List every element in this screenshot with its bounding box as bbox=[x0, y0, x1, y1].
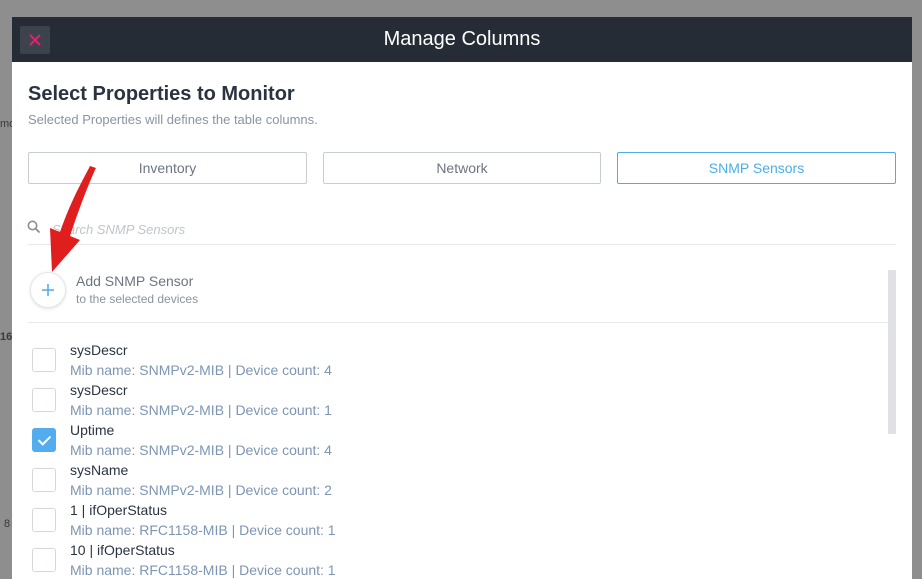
list-item[interactable]: sysDescr Mib name: SNMPv2-MIB | Device c… bbox=[32, 340, 872, 380]
divider bbox=[28, 322, 896, 323]
list-item[interactable]: Uptime Mib name: SNMPv2-MIB | Device cou… bbox=[32, 420, 872, 460]
add-snmp-sensor-button[interactable]: Add SNMP Sensor to the selected devices bbox=[30, 272, 330, 312]
list-item[interactable]: 1 | ifOperStatus Mib name: RFC1158-MIB |… bbox=[32, 500, 872, 540]
search-input[interactable] bbox=[52, 218, 892, 240]
sensor-meta: Mib name: RFC1158-MIB | Device count: 1 bbox=[70, 522, 336, 538]
add-sensor-subtitle: to the selected devices bbox=[76, 292, 199, 306]
sensor-name: 10 | ifOperStatus bbox=[70, 542, 175, 558]
sensor-name: Uptime bbox=[70, 422, 115, 438]
list-item[interactable]: sysName Mib name: SNMPv2-MIB | Device co… bbox=[32, 460, 872, 500]
sensor-checkbox[interactable] bbox=[32, 388, 56, 412]
list-item[interactable]: sysDescr Mib name: SNMPv2-MIB | Device c… bbox=[32, 380, 872, 420]
sensor-meta: Mib name: SNMPv2-MIB | Device count: 1 bbox=[70, 402, 332, 418]
search-icon bbox=[27, 220, 41, 234]
sensor-meta: Mib name: RFC1158-MIB | Device count: 1 bbox=[70, 562, 336, 578]
add-sensor-circle[interactable] bbox=[30, 272, 66, 308]
section-title: Select Properties to Monitor bbox=[28, 83, 295, 105]
sensor-name: sysDescr bbox=[70, 342, 128, 358]
plus-icon bbox=[42, 284, 54, 296]
modal-header: Manage Columns bbox=[12, 17, 912, 62]
modal-title: Manage Columns bbox=[383, 28, 541, 50]
scrollbar[interactable] bbox=[888, 270, 896, 434]
sensor-checkbox[interactable] bbox=[32, 348, 56, 372]
sensor-checkbox[interactable] bbox=[32, 508, 56, 532]
manage-columns-modal: Manage Columns Select Properties to Moni… bbox=[12, 17, 912, 579]
sensor-checkbox[interactable] bbox=[32, 468, 56, 492]
sensor-name: sysName bbox=[70, 462, 129, 478]
tab-network[interactable]: Network bbox=[323, 152, 601, 184]
sensor-name: 1 | ifOperStatus bbox=[70, 502, 168, 518]
sensor-list: sysDescr Mib name: SNMPv2-MIB | Device c… bbox=[32, 340, 872, 579]
sensor-name: sysDescr bbox=[70, 382, 128, 398]
section-subtitle: Selected Properties will defines the tab… bbox=[28, 112, 318, 127]
sensor-meta: Mib name: SNMPv2-MIB | Device count: 4 bbox=[70, 362, 332, 378]
add-sensor-title: Add SNMP Sensor bbox=[76, 273, 194, 289]
list-item[interactable]: 10 | ifOperStatus Mib name: RFC1158-MIB … bbox=[32, 540, 872, 579]
tab-snmp-sensors[interactable]: SNMP Sensors bbox=[617, 152, 896, 184]
divider bbox=[28, 244, 896, 245]
close-button[interactable] bbox=[20, 26, 50, 54]
sensor-meta: Mib name: SNMPv2-MIB | Device count: 4 bbox=[70, 442, 332, 458]
tab-inventory[interactable]: Inventory bbox=[28, 152, 307, 184]
sensor-checkbox[interactable] bbox=[32, 548, 56, 572]
background-text: 8 bbox=[4, 518, 11, 530]
sensor-checkbox-checked[interactable] bbox=[32, 428, 56, 452]
sensor-meta: Mib name: SNMPv2-MIB | Device count: 2 bbox=[70, 482, 332, 498]
close-icon bbox=[29, 34, 41, 46]
